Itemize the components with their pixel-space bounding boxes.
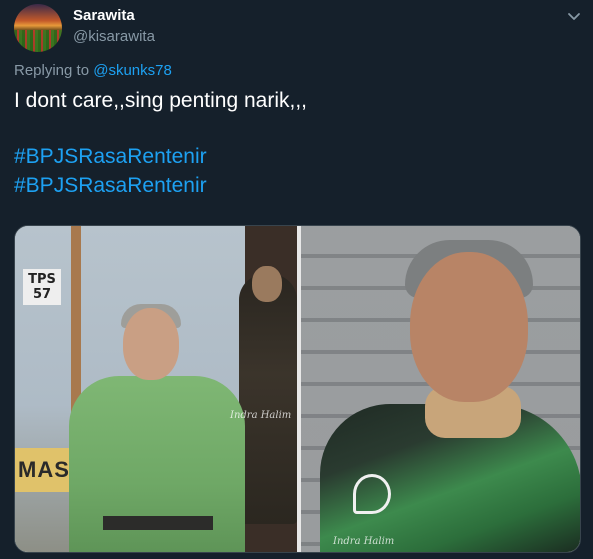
avatar[interactable] — [14, 4, 62, 52]
officer-figure — [239, 274, 297, 524]
tweet-media[interactable]: TPS 57 MASU Indra Halim Indra Halim — [14, 225, 581, 553]
jacket-logo-icon — [353, 474, 391, 514]
hashtag-link[interactable]: #BPJSRasaRentenir — [14, 174, 207, 198]
man-right-head — [410, 252, 528, 402]
replying-to: Replying to @skunks78 — [14, 62, 172, 79]
tps-sign: TPS 57 — [23, 269, 61, 305]
tweet-text: I dont care,,sing penting narik,,, — [14, 89, 308, 112]
tweet: Sarawita @kisarawita Replying to @skunks… — [0, 0, 593, 559]
officer-head — [252, 266, 282, 302]
chevron-down-icon[interactable] — [565, 8, 583, 26]
belt — [103, 516, 213, 530]
man-left-head — [123, 308, 179, 380]
hashtag-link[interactable]: #BPJSRasaRentenir — [14, 145, 207, 169]
photo-watermark: Indra Halim — [230, 410, 292, 421]
reply-mention-link[interactable]: @skunks78 — [93, 62, 172, 79]
photo-watermark: Indra Halim — [333, 536, 395, 547]
replying-to-label: Replying to — [14, 62, 94, 79]
display-name[interactable]: Sarawita — [73, 7, 135, 24]
user-handle[interactable]: @kisarawita — [73, 28, 155, 45]
